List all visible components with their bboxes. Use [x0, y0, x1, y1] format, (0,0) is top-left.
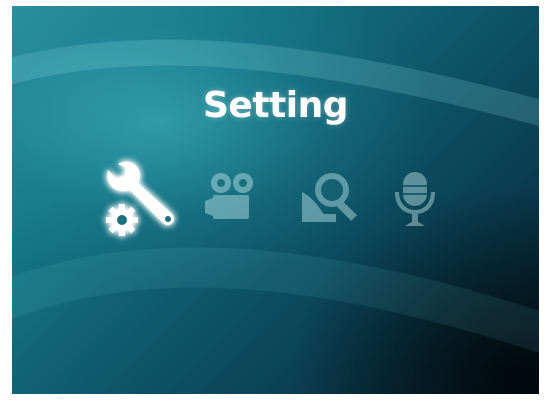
- screen: Setting: [12, 6, 539, 394]
- playback-magnifier-icon: [302, 173, 357, 222]
- menu-item-playback[interactable]: [300, 170, 360, 226]
- menu-item-setting[interactable]: [98, 156, 178, 240]
- menu-item-video[interactable]: [205, 171, 261, 223]
- menu-bar: [12, 6, 539, 394]
- video-camera-icon: [205, 173, 253, 219]
- menu-item-voice[interactable]: [389, 170, 441, 228]
- microphone-icon: [395, 172, 435, 226]
- settings-icon: [106, 161, 175, 236]
